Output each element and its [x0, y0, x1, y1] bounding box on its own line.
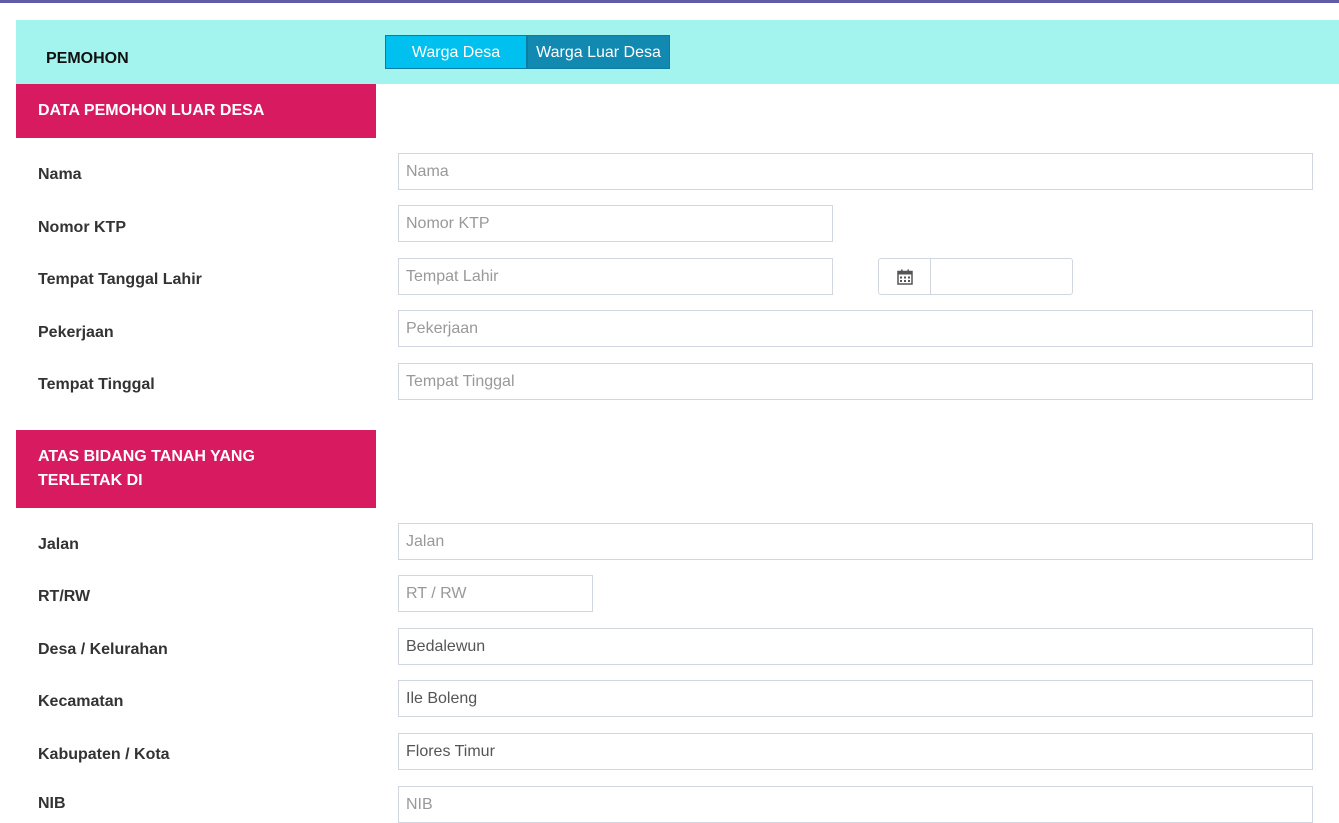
- label-jalan: Jalan: [38, 536, 79, 553]
- section-title-line-2: TERLETAK DI: [38, 472, 143, 489]
- label-tempat-tanggal-lahir: Tempat Tanggal Lahir: [38, 271, 202, 288]
- desa-kelurahan-input[interactable]: [398, 628, 1313, 665]
- top-accent-rule: [0, 0, 1339, 3]
- nama-input[interactable]: [398, 153, 1313, 190]
- label-nama: Nama: [38, 166, 82, 183]
- label-tempat-tinggal: Tempat Tinggal: [38, 376, 155, 393]
- header-title: PEMOHON: [46, 50, 129, 67]
- kabupaten-kota-input[interactable]: [398, 733, 1313, 770]
- label-desa-kelurahan: Desa / Kelurahan: [38, 641, 168, 658]
- rt-rw-input[interactable]: [398, 575, 593, 612]
- jalan-input[interactable]: [398, 523, 1313, 560]
- label-kecamatan: Kecamatan: [38, 693, 124, 710]
- section-header-land-location: ATAS BIDANG TANAH YANG TERLETAK DI: [16, 430, 376, 508]
- section-header-applicant: DATA PEMOHON LUAR DESA: [16, 84, 376, 138]
- label-kabupaten-kota: Kabupaten / Kota: [38, 746, 170, 763]
- tab-warga-desa[interactable]: Warga Desa: [385, 35, 527, 69]
- applicant-header: PEMOHON Warga Desa Warga Luar Desa: [16, 20, 1339, 84]
- tempat-tinggal-input[interactable]: [398, 363, 1313, 400]
- tempat-lahir-input[interactable]: [398, 258, 833, 295]
- section-title-line-1: ATAS BIDANG TANAH YANG: [38, 448, 255, 465]
- birth-date-picker[interactable]: [878, 258, 1073, 295]
- label-nomor-ktp: Nomor KTP: [38, 219, 126, 236]
- kecamatan-input[interactable]: [398, 680, 1313, 717]
- label-nib: NIB: [38, 795, 66, 812]
- pekerjaan-input[interactable]: [398, 310, 1313, 347]
- nomor-ktp-input[interactable]: [398, 205, 833, 242]
- tab-warga-luar-desa[interactable]: Warga Luar Desa: [527, 35, 670, 69]
- nib-input[interactable]: [398, 786, 1313, 823]
- calendar-icon[interactable]: [879, 259, 931, 294]
- label-pekerjaan: Pekerjaan: [38, 324, 114, 341]
- label-rt-rw: RT/RW: [38, 588, 91, 605]
- tanggal-lahir-input[interactable]: [931, 259, 1070, 294]
